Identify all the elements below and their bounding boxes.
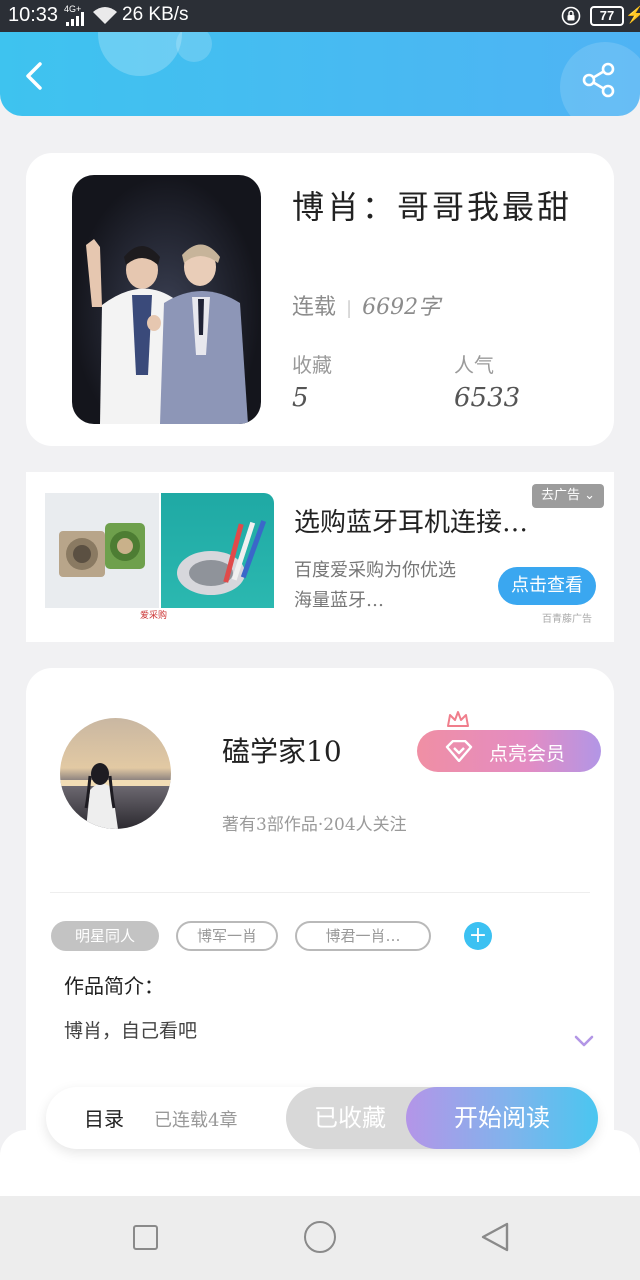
separator: | xyxy=(346,298,353,319)
add-tag-button[interactable]: + xyxy=(464,922,492,950)
action-bar: 目录 已连载4章 已收藏 开始阅读 xyxy=(46,1087,598,1149)
divider xyxy=(50,892,590,893)
chapter-count: 已连载4章 xyxy=(154,1110,238,1131)
recents-square-icon[interactable] xyxy=(133,1225,158,1250)
ad-product-photo xyxy=(161,493,274,608)
author-stats: 著有3部作品·204人关注 xyxy=(222,815,407,835)
battery-indicator: 77 xyxy=(590,6,624,26)
status-bar: 10:33 4G+ 26 KB/s 77 ⚡ xyxy=(0,0,640,32)
book-status-row: 连载 | 6692字 xyxy=(292,289,440,321)
book-info-card: 博肖：哥哥我最甜 连载 | 6692字 收藏 人气 5 6533 xyxy=(26,153,614,446)
home-circle-icon[interactable] xyxy=(304,1221,336,1253)
activate-vip-button[interactable]: 点亮会员 xyxy=(417,730,601,772)
author-card: 磕学家10 点亮会员 著有3部作品·204人关注 明星同人 博军一肖 博君一肖…… xyxy=(26,668,614,1138)
word-count: 6692字 xyxy=(362,295,441,320)
start-reading-button[interactable]: 开始阅读 xyxy=(406,1087,598,1149)
author-avatar[interactable] xyxy=(60,718,171,829)
lock-rotation-icon xyxy=(561,6,581,26)
back-button[interactable] xyxy=(16,58,52,94)
remove-ad-button[interactable]: 去广告 ⌄ xyxy=(532,484,604,508)
favorites-count: 5 xyxy=(292,383,309,413)
header-decoration xyxy=(98,32,182,76)
back-triangle-icon[interactable] xyxy=(480,1221,510,1253)
expand-chevron-icon[interactable] xyxy=(574,1034,594,1048)
ad-title[interactable]: 选购蓝牙耳机连接… xyxy=(294,502,574,539)
network-speed: 26 KB/s xyxy=(122,4,189,25)
cover-art xyxy=(86,239,248,424)
vip-button-label: 点亮会员 xyxy=(489,744,566,765)
ad-image[interactable] xyxy=(45,493,274,608)
intro-text: 博肖，自己看吧 xyxy=(64,1020,198,1042)
book-title: 博肖：哥哥我最甜 xyxy=(292,188,573,226)
remove-ad-label: 去广告 xyxy=(540,488,580,503)
ad-cta-button[interactable]: 点击查看 xyxy=(498,567,596,605)
crown-icon xyxy=(447,711,469,727)
ad-product-photo xyxy=(45,493,159,608)
favorites-label: 收藏 xyxy=(292,353,332,377)
intro-heading: 作品简介： xyxy=(64,974,164,998)
charging-icon: ⚡ xyxy=(625,7,640,24)
ad-banner[interactable]: 爱采购 选购蓝牙耳机连接… 百度爱采购为你优选海量蓝牙… 去广告 ⌄ 点击查看 … xyxy=(26,472,614,642)
signal-icon xyxy=(66,12,84,26)
diamond-icon xyxy=(445,740,473,762)
popularity-count: 6533 xyxy=(454,383,521,413)
tag-chip[interactable]: 博军一肖 xyxy=(176,921,278,951)
ad-brand-label: 爱采购 xyxy=(140,611,168,621)
table-of-contents-button[interactable]: 目录 xyxy=(84,1103,124,1132)
chevron-down-icon: ⌄ xyxy=(584,488,596,503)
share-button[interactable] xyxy=(580,62,618,98)
ad-source-note: 百青藤广告 xyxy=(542,614,592,625)
system-nav-bar xyxy=(0,1196,640,1280)
popularity-label: 人气 xyxy=(454,353,494,377)
tag-chip[interactable]: 明星同人 xyxy=(51,921,159,951)
ad-description: 百度爱采购为你优选海量蓝牙… xyxy=(294,560,456,611)
app-header xyxy=(0,32,640,116)
author-name[interactable]: 磕学家10 xyxy=(222,730,342,770)
serial-status: 连载 xyxy=(292,295,337,320)
tag-chip[interactable]: 博君一肖… xyxy=(295,921,431,951)
book-cover[interactable] xyxy=(72,175,261,424)
clock: 10:33 xyxy=(8,4,59,26)
wifi-icon xyxy=(93,7,117,24)
header-decoration xyxy=(176,32,212,62)
